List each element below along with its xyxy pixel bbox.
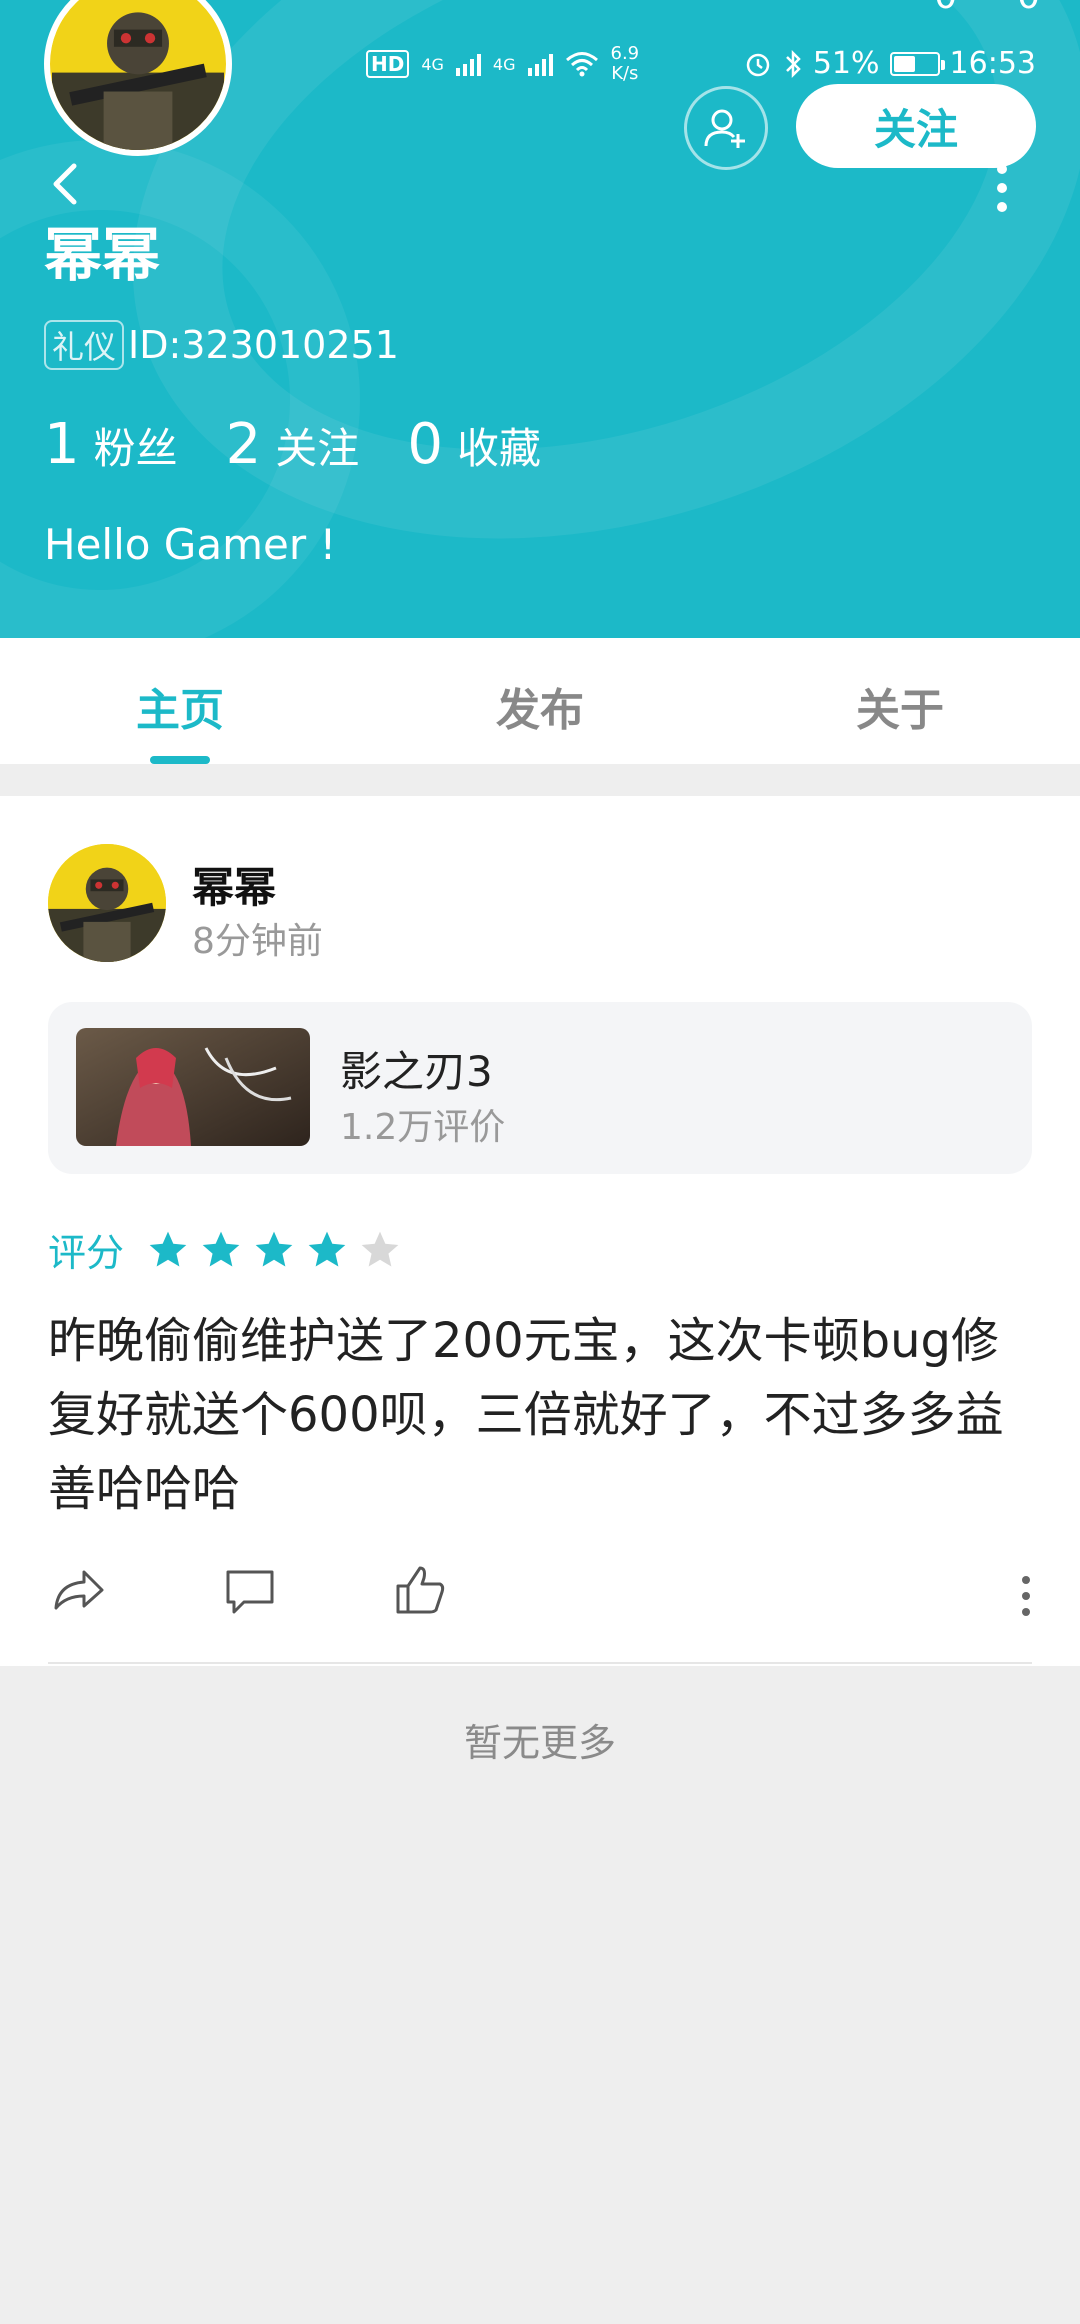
top-counts: 0 0 <box>934 0 1040 17</box>
like-icon[interactable] <box>390 1560 450 1620</box>
clock: 16:53 <box>949 46 1036 81</box>
stat-following[interactable]: 2 关注 <box>226 412 360 477</box>
more-dot <box>1022 1608 1030 1616</box>
star-filled-icon <box>202 1231 240 1266</box>
network-speed: 6.9 K/s <box>610 43 640 84</box>
rating-label: 评分 <box>48 1231 125 1275</box>
post-actions <box>48 1554 1032 1634</box>
stat-fans[interactable]: 1 粉丝 <box>44 412 178 477</box>
post-author-avatar[interactable] <box>48 844 166 962</box>
star-filled-icon <box>255 1231 293 1266</box>
profile-name: 幂幂 <box>44 221 161 289</box>
battery-level <box>893 55 915 72</box>
profile-stats: 1 粉丝 2 关注 0 收藏 <box>44 412 589 477</box>
stat-favorites[interactable]: 0 收藏 <box>407 412 541 477</box>
comment-icon[interactable] <box>220 1560 280 1620</box>
star-empty-icon <box>361 1231 399 1266</box>
stat-label: 关注 <box>275 424 360 473</box>
post-more-button[interactable] <box>1020 1576 1032 1616</box>
top-like-count: 0 <box>934 0 957 17</box>
battery-icon <box>889 51 945 76</box>
rating-row: 评分 <box>48 1222 411 1277</box>
stat-number: 2 <box>225 412 262 477</box>
follow-button[interactable]: 关注 <box>796 84 1036 168</box>
stat-label: 收藏 <box>456 424 541 473</box>
add-user-icon <box>704 109 745 148</box>
post-timestamp: 8分钟前 <box>192 921 323 962</box>
tab-posts[interactable]: 发布 <box>360 638 720 764</box>
game-thumbnail <box>76 1028 310 1146</box>
stat-number: 0 <box>407 412 443 477</box>
system-status: 51% 16:53 <box>743 46 1036 81</box>
more-dot <box>1022 1592 1030 1600</box>
profile-id: ID:323010251 <box>128 323 399 367</box>
back-arrow-icon[interactable] <box>46 160 86 208</box>
more-dot <box>1022 1576 1030 1584</box>
game-title: 影之刃3 <box>340 1047 493 1096</box>
tab-home[interactable]: 主页 <box>0 638 360 764</box>
alarm-icon <box>746 53 770 76</box>
network-type-1: 4G <box>421 54 444 74</box>
share-icon[interactable] <box>48 1560 108 1620</box>
soldier-avatar-image <box>48 844 166 962</box>
tab-about[interactable]: 关于 <box>720 638 1080 764</box>
top-smile-count: 0 <box>1017 0 1040 17</box>
add-friend-button[interactable] <box>684 86 768 170</box>
stat-number: 1 <box>44 412 80 477</box>
more-dot <box>997 164 1007 174</box>
star-filled-icon <box>308 1231 346 1266</box>
network-type-2: 4G <box>492 54 516 74</box>
network-indicators: HD 4G 4G 6.9 K/s <box>366 44 639 84</box>
hd-icon: HD <box>366 50 410 78</box>
post-card[interactable]: 幂幂 8分钟前 影之刃3 1.2万评价 评分 昨晚偷偷维护送了200元宝，这次卡… <box>0 796 1080 1666</box>
wifi-icon <box>565 52 598 77</box>
post-content: 昨晚偷偷维护送了200元宝，这次卡顿bug修复好就送个600呗，三倍就好了，不过… <box>48 1313 1004 1517</box>
profile-header: 0 0 HD 4G 4G 6.9 K/s 51% <box>0 0 1080 638</box>
profile-id-row: 礼仪 ID:323010251 <box>44 320 399 370</box>
more-options-button[interactable] <box>990 164 1014 212</box>
rating-stars <box>146 1228 411 1272</box>
stat-label: 粉丝 <box>93 424 178 473</box>
more-dot <box>997 202 1007 212</box>
game-cover-image <box>76 1028 310 1146</box>
no-more-text: 暂无更多 <box>463 1721 616 1765</box>
card-divider <box>48 1662 1032 1664</box>
more-dot <box>997 183 1007 193</box>
star-filled-icon <box>149 1231 187 1266</box>
post-author-name[interactable]: 幂幂 <box>192 854 276 915</box>
signal-icon-2 <box>527 52 553 76</box>
signal-icon <box>455 52 481 76</box>
bluetooth-icon <box>785 49 801 78</box>
profile-tabs: 主页 发布 关于 <box>0 638 1080 764</box>
game-link-card[interactable]: 影之刃3 1.2万评价 <box>48 1002 1032 1174</box>
etiquette-badge[interactable]: 礼仪 <box>44 320 125 370</box>
battery-percent: 51% <box>812 46 880 81</box>
profile-bio: Hello Gamer ! <box>44 520 337 569</box>
game-review-count: 1.2万评价 <box>340 1107 506 1148</box>
